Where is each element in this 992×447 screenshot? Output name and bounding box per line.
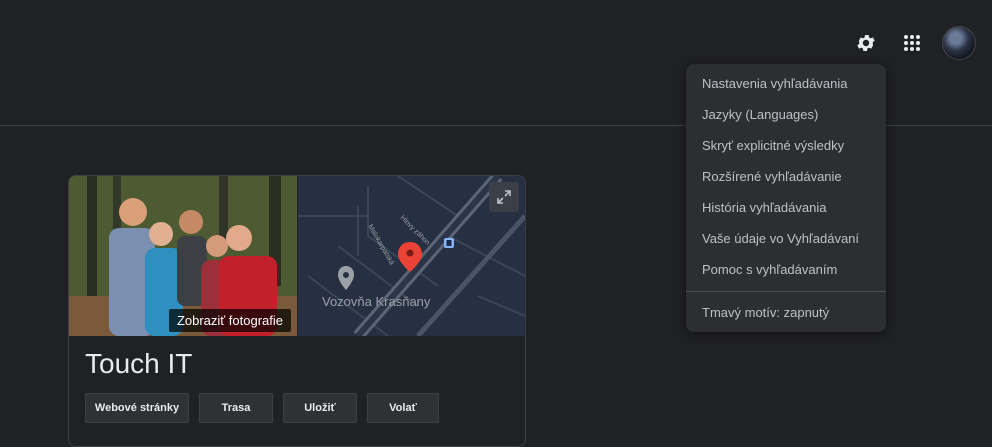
settings-menu: Nastavenia vyhľadávania Jazyky (Language… [686,64,886,332]
menu-item-search-help[interactable]: Pomoc s vyhľadávaním [686,254,886,285]
menu-item-dark-mode[interactable]: Tmavý motív: zapnutý [686,297,886,328]
avatar[interactable] [942,26,976,60]
call-button[interactable]: Volať [367,393,439,423]
menu-item-hide-explicit[interactable]: Skryť explicitné výsledky [686,130,886,161]
business-title: Touch IT [85,348,193,379]
menu-item-search-history[interactable]: História vyhľadávania [686,192,886,223]
apps-grid-icon [904,35,920,51]
expand-icon [497,190,511,204]
save-button[interactable]: Uložiť [283,393,357,423]
knowledge-panel: Zobraziť fotografie Hlovy záhon Malokarp… [68,175,526,447]
menu-item-search-settings[interactable]: Nastavenia vyhľadávania [686,68,886,99]
settings-button[interactable] [850,27,882,59]
map-street-label-2: Malokarpatská [366,224,395,267]
menu-item-advanced-search[interactable]: Rozšírené vyhľadávanie [686,161,886,192]
map-place-label: Vozovňa Krasňany [322,294,431,309]
website-button[interactable]: Webové stránky [85,393,189,423]
menu-item-languages[interactable]: Jazyky (Languages) [686,99,886,130]
apps-button[interactable] [896,27,928,59]
map-street-label-1: Hlovy záhon [399,214,431,246]
view-photos-button[interactable]: Zobraziť fotografie [168,309,291,332]
expand-map-button[interactable] [489,182,519,212]
action-buttons: Webové stránky Trasa Uložiť Volať [85,393,439,423]
directions-button[interactable]: Trasa [199,393,273,423]
business-photo[interactable]: Zobraziť fotografie [69,176,297,336]
menu-item-your-data[interactable]: Vaše údaje vo Vyhľadávaní [686,223,886,254]
location-map[interactable]: Hlovy záhon Malokarpatská Vozovňa Krasňa… [298,176,525,336]
gear-icon [857,35,875,51]
transit-stop-icon [444,238,454,248]
menu-divider [686,291,886,292]
header-actions [850,26,976,60]
place-marker-icon [338,266,354,290]
